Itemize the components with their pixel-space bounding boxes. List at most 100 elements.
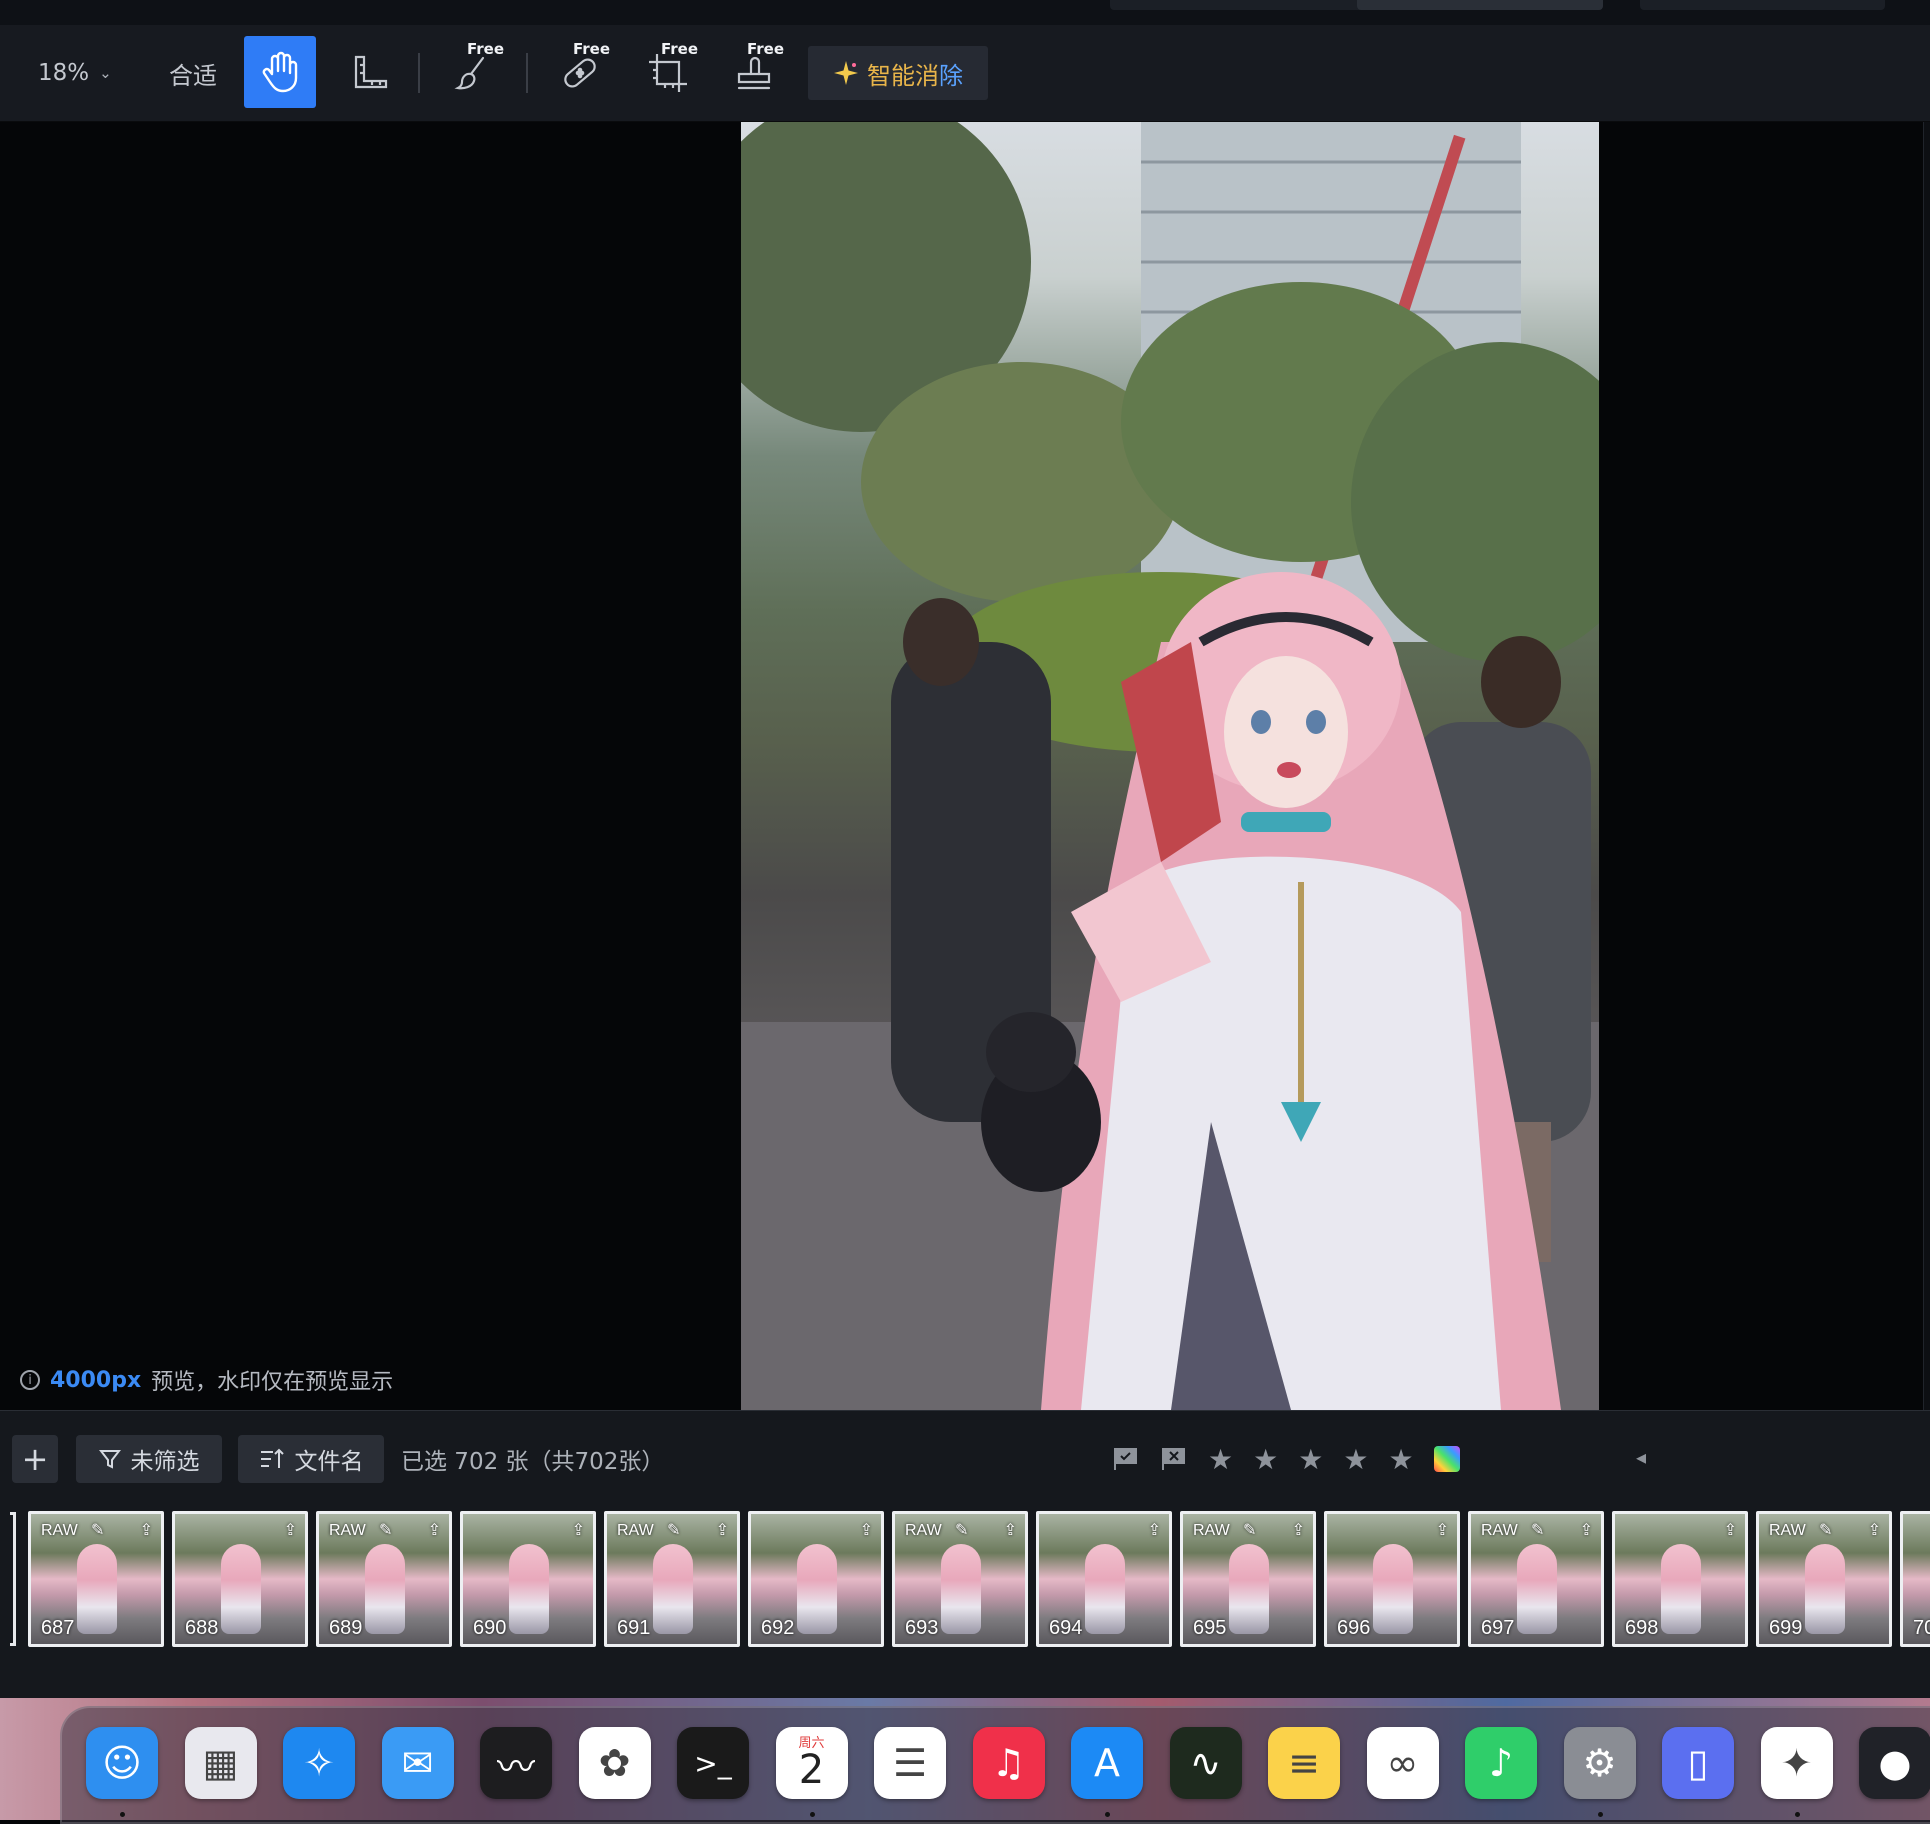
star-icon[interactable]: ★ <box>1388 1443 1413 1476</box>
dock-app-system-settings[interactable]: ⚙ <box>1563 1727 1636 1799</box>
preview-photo[interactable] <box>741 122 1599 1410</box>
thumbnail-strip[interactable]: RAW ✎ ⇪ 687 ⇪ 688 RAW ✎ ⇪ 689 ⇪ 690 RAW ✎ ⇪ 691 ⇪ 692 RAW ✎… <box>0 1511 1930 1647</box>
flag-icon[interactable] <box>1112 1446 1140 1472</box>
dock-app-terminal[interactable]: >_ <box>677 1727 749 1799</box>
thumbnail-690[interactable]: ⇪ 690 <box>460 1511 596 1647</box>
share-icon[interactable]: ⇪ <box>572 1520 585 1539</box>
share-icon[interactable]: ⇪ <box>1724 1520 1737 1539</box>
add-photos-button[interactable]: + <box>12 1435 58 1483</box>
previous-thumbnail-edge[interactable] <box>10 1512 16 1646</box>
thumbnail-698[interactable]: ⇪ 698 <box>1612 1511 1748 1647</box>
star-icon[interactable]: ★ <box>1208 1443 1233 1476</box>
thumbnail-696[interactable]: ⇪ 696 <box>1324 1511 1460 1647</box>
pencil-icon[interactable]: ✎ <box>1243 1520 1256 1539</box>
window-top-strip <box>0 0 1930 25</box>
thumbnail-number: 689 <box>329 1617 363 1639</box>
share-icon[interactable]: ⇪ <box>860 1520 873 1539</box>
thumbnail-number: 690 <box>473 1617 507 1639</box>
share-icon[interactable]: ⇪ <box>1148 1520 1161 1539</box>
pencil-icon[interactable]: ✎ <box>91 1520 104 1539</box>
dock-app-notes[interactable]: ≡ <box>1268 1727 1340 1799</box>
raw-badge: RAW <box>1481 1522 1518 1539</box>
heal-tool[interactable]: Free <box>548 25 612 121</box>
thumbnail-number: 693 <box>905 1617 939 1639</box>
raw-badge: RAW <box>617 1522 654 1539</box>
thumbnail-image <box>365 1544 405 1634</box>
dock-app-activity-monitor[interactable]: ∿ <box>1169 1727 1242 1799</box>
straighten-tool-button[interactable] <box>340 25 400 121</box>
ai-erase-label: 智能消除 <box>867 61 963 90</box>
dock-app-safari[interactable]: ✧ <box>283 1727 355 1799</box>
sort-button[interactable]: 文件名 <box>238 1435 384 1483</box>
dock-app-qq-music[interactable]: ♪ <box>1465 1727 1537 1799</box>
thumbnail-689[interactable]: RAW ✎ ⇪ 689 <box>316 1511 452 1647</box>
thumbnail-695[interactable]: RAW ✎ ⇪ 695 <box>1180 1511 1316 1647</box>
thumbnail-691[interactable]: RAW ✎ ⇪ 691 <box>604 1511 740 1647</box>
thumbnail-693[interactable]: RAW ✎ ⇪ 693 <box>892 1511 1028 1647</box>
ai-erase-button[interactable]: 智能消除 <box>808 46 988 100</box>
dock-app-photos[interactable]: ✿ <box>578 1727 651 1799</box>
share-icon[interactable]: ⇪ <box>140 1520 153 1539</box>
reject-flag-icon[interactable] <box>1160 1446 1188 1472</box>
dock-app-music[interactable]: ♫ <box>972 1727 1045 1799</box>
ruler-icon <box>354 55 388 89</box>
toolbar-divider <box>418 53 420 93</box>
color-label-icon[interactable] <box>1433 1446 1460 1472</box>
dock-app-voice-memos[interactable]: 〰 <box>480 1727 552 1799</box>
thumbnail-692[interactable]: ⇪ 692 <box>748 1511 884 1647</box>
image-canvas[interactable]: i 4000px 预览，水印仅在预览显示 <box>0 122 1930 1410</box>
top-right-control[interactable] <box>1640 0 1885 10</box>
thumbnail-687[interactable]: RAW ✎ ⇪ 687 <box>28 1511 164 1647</box>
stamp-tool[interactable]: Free <box>722 25 786 121</box>
thumbnail-image <box>797 1544 837 1634</box>
thumbnail-694[interactable]: ⇪ 694 <box>1036 1511 1172 1647</box>
rating-filter-bar: ★ ★ ★ ★ ★ <box>1112 1441 1460 1477</box>
pencil-icon[interactable]: ✎ <box>379 1520 392 1539</box>
fit-button[interactable]: 合适 <box>160 25 226 121</box>
star-icon[interactable]: ★ <box>1253 1443 1278 1476</box>
dock-app-reminders[interactable]: ☰ <box>874 1727 946 1799</box>
pencil-icon[interactable]: ✎ <box>667 1520 680 1539</box>
dock-app-mail[interactable]: ✉ <box>381 1727 454 1799</box>
share-icon[interactable]: ⇪ <box>1004 1520 1017 1539</box>
star-icon[interactable]: ★ <box>1343 1443 1368 1476</box>
thumbnail-image <box>77 1544 117 1634</box>
zoom-dropdown[interactable]: 18% ⌄ <box>38 25 138 121</box>
pencil-icon[interactable]: ✎ <box>1819 1520 1832 1539</box>
dock-app-davinci-resolve[interactable]: ● <box>1859 1727 1930 1799</box>
pencil-icon[interactable]: ✎ <box>1531 1520 1544 1539</box>
share-icon[interactable]: ⇪ <box>1580 1520 1593 1539</box>
dock-app-calendar[interactable]: 周六 2 <box>775 1727 848 1799</box>
portrait-brush-tool[interactable]: Free <box>442 25 506 121</box>
star-icon[interactable]: ★ <box>1298 1443 1323 1476</box>
share-icon[interactable]: ⇪ <box>1868 1520 1881 1539</box>
thumbnail-688[interactable]: ⇪ 688 <box>172 1511 308 1647</box>
dock-app-baidu-netdisk[interactable]: ∞ <box>1366 1727 1439 1799</box>
dock-app-pixelmator[interactable]: ✦ <box>1760 1727 1833 1799</box>
running-indicator <box>1105 1812 1110 1817</box>
pencil-icon[interactable]: ✎ <box>955 1520 968 1539</box>
thumbnail-697[interactable]: RAW ✎ ⇪ 697 <box>1468 1511 1604 1647</box>
thumbnail-number: 691 <box>617 1617 651 1639</box>
hand-tool-button[interactable] <box>244 36 316 108</box>
bandage-icon <box>564 58 596 88</box>
thumbnail-699[interactable]: RAW ✎ ⇪ 699 <box>1756 1511 1892 1647</box>
thumbnail-70[interactable]: ⇪70 <box>1900 1511 1930 1647</box>
crop-tool[interactable]: Free <box>636 25 700 121</box>
share-icon[interactable]: ⇪ <box>428 1520 441 1539</box>
thumbnail-number: 696 <box>1337 1617 1371 1639</box>
dock-app-app-store[interactable]: A <box>1071 1727 1143 1799</box>
dock-app-launchpad[interactable]: ▦ <box>184 1727 257 1799</box>
share-icon[interactable]: ⇪ <box>284 1520 297 1539</box>
scroll-indicator-icon[interactable]: ◂ <box>1636 1445 1646 1469</box>
sort-label: 文件名 <box>294 1449 364 1475</box>
filter-button[interactable]: 未筛选 <box>76 1435 222 1483</box>
dock-app-simulator[interactable]: ▯ <box>1662 1727 1734 1799</box>
zoom-value: 18% <box>38 60 90 86</box>
top-tab-active[interactable] <box>1357 0 1603 10</box>
share-icon[interactable]: ⇪ <box>1292 1520 1305 1539</box>
share-icon[interactable]: ⇪ <box>1436 1520 1449 1539</box>
dock-app-finder[interactable]: ☺ <box>86 1727 158 1799</box>
share-icon[interactable]: ⇪ <box>716 1520 729 1539</box>
thumbnail-number: 692 <box>761 1617 795 1639</box>
